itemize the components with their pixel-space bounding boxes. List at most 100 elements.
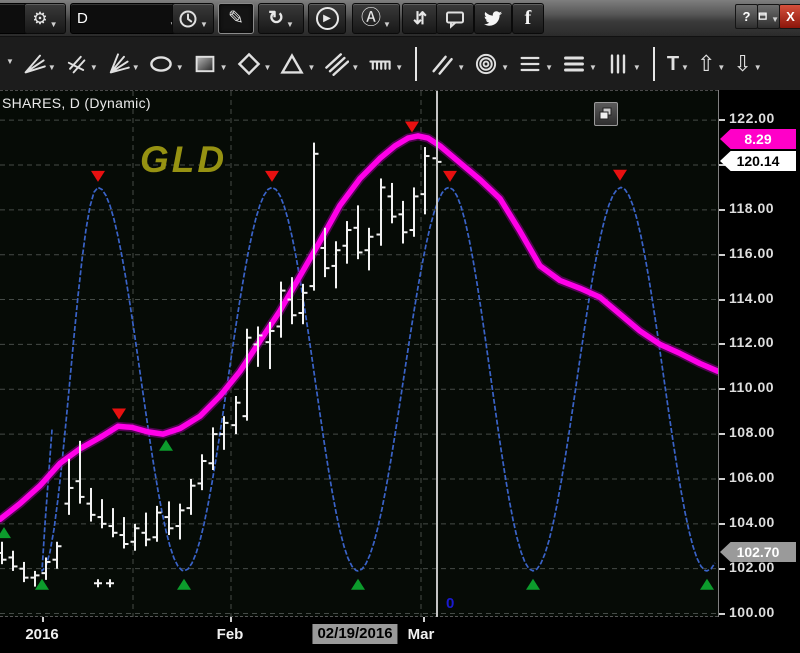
peak-marker-red [265, 170, 279, 182]
draw-pencil-button[interactable]: ✎ [218, 3, 254, 34]
fib-circles-tool[interactable]: ▼ [473, 52, 509, 76]
price-tick [719, 343, 725, 345]
price-tag: 102.70 [720, 542, 796, 562]
time-axis[interactable]: 2016 Feb Mar 02/19/2016 [0, 617, 800, 653]
twitter-icon [482, 9, 504, 29]
peak-marker-red [91, 170, 105, 182]
diamond-tool[interactable]: ▼ [236, 52, 271, 76]
gann-fan-icon [106, 52, 130, 76]
parallel-lines-tool[interactable]: ▼ [323, 52, 359, 76]
chevron-down-icon: ▼ [717, 62, 726, 72]
price-tag: 8.29 [720, 129, 796, 149]
ellipse-tool[interactable]: ▼ [148, 52, 184, 76]
price-label: 110.00 [729, 379, 775, 395]
facebook-icon: f [524, 7, 532, 29]
two-lines-icon [429, 52, 455, 76]
ellipse-icon [148, 52, 174, 76]
play-icon: ▶ [315, 7, 339, 30]
price-tick [719, 613, 725, 615]
peak-marker-red [112, 408, 126, 420]
chevron-down-icon: ▼ [307, 62, 316, 72]
sort-arrows-button[interactable]: ⇵ [402, 3, 438, 34]
symbol-watermark: GLD [140, 139, 228, 180]
settings-gear-button[interactable]: ⚙ ▼ [24, 3, 66, 34]
chevron-down-icon: ▼ [395, 62, 404, 72]
cycle-comb-tool[interactable]: ▼ [367, 52, 403, 76]
trend-channel-tool[interactable]: ▼ [429, 52, 465, 76]
price-label: 106.00 [729, 469, 775, 485]
peak-marker-red [405, 121, 419, 133]
hidden-tool-partial[interactable]: ▼ [4, 57, 14, 70]
auto-run-button[interactable]: Ⓐ ▼ [352, 3, 400, 34]
clock-icon [178, 9, 198, 29]
date-tag: 02/19/2016 [312, 624, 398, 644]
chart-area[interactable]: SHARES, D (Dynamic) GLD 0 [0, 90, 718, 618]
chevron-down-icon: ▼ [175, 62, 184, 72]
chevron-down-icon: ▼ [351, 62, 360, 72]
restore-chart-button[interactable] [594, 102, 618, 126]
close-button[interactable]: X [779, 4, 800, 29]
pencil-icon: ✎ [228, 8, 244, 29]
toolbar-separator [415, 46, 418, 81]
fib-extension-tool[interactable]: ▼ [561, 52, 597, 76]
trough-marker-green [0, 527, 11, 539]
price-tick [719, 119, 725, 121]
fan-lines-tool[interactable]: ▼ [22, 52, 56, 76]
chevron-down-icon: ▼ [501, 62, 510, 72]
trough-marker-green [351, 578, 365, 590]
facebook-button[interactable]: f [512, 3, 544, 34]
text-tool[interactable]: T ▼ [667, 52, 689, 76]
interval-clock-button[interactable]: ▼ [172, 3, 214, 34]
period-combo[interactable]: D▼ [70, 3, 184, 34]
ma-line-glow [0, 131, 718, 524]
gann-fan-tool[interactable]: ▼ [106, 52, 140, 76]
chevron-down-icon: ▼ [771, 15, 779, 24]
cursor-index-label: 0 [446, 595, 455, 612]
rectangle-tool[interactable]: ▼ [192, 52, 228, 76]
price-label: 108.00 [729, 424, 775, 440]
triangle-tool[interactable]: ▼ [279, 52, 315, 76]
toolbar-separator [652, 46, 655, 81]
chart-title: SHARES, D (Dynamic) [2, 95, 151, 111]
price-tick [719, 433, 725, 435]
arrow-up-tool[interactable]: ⇧ ▼ [697, 51, 726, 76]
trough-marker-green [35, 578, 49, 590]
play-button[interactable]: ▶ [308, 3, 346, 34]
restore-window-button[interactable]: ▼ [757, 4, 780, 29]
time-tick [42, 617, 44, 622]
pitchfork-tool[interactable]: ▼ [64, 52, 98, 76]
time-label: 2016 [25, 626, 59, 643]
cycle-handle-plus [94, 579, 102, 588]
chevron-down-icon: ▼ [632, 62, 641, 72]
chevron-down-icon: ▼ [383, 20, 391, 29]
cycle-handle-plus [106, 579, 114, 588]
chevron-down-icon: ▼ [219, 62, 228, 72]
price-label: 122.00 [729, 110, 775, 126]
price-axis[interactable]: 122.00 118.00 116.00 114.00 112.00 110.00 108.… [718, 90, 800, 620]
chevron-down-icon: ▼ [753, 62, 762, 72]
price-tick [719, 388, 725, 390]
price-tick [719, 254, 725, 256]
diamond-icon [236, 52, 262, 76]
time-label: Mar [407, 626, 435, 643]
twitter-button[interactable] [474, 3, 512, 34]
chevron-down-icon: ▼ [200, 20, 208, 29]
trough-marker-green [526, 578, 540, 590]
price-label: 114.00 [729, 290, 775, 306]
title-bar: ▼⚙▼D▼▼✎↻▼▶Ⓐ▼⇵f ?▼X [0, 0, 800, 37]
fib-retracement-tool[interactable]: ▼ [517, 52, 553, 76]
price-plot[interactable] [0, 91, 718, 618]
updown-arrows-icon: ⇵ [412, 9, 428, 28]
vertical-lines-tool[interactable]: ▼ [605, 52, 641, 76]
comment-button[interactable] [436, 3, 474, 34]
a-circle-icon: Ⓐ [361, 7, 382, 29]
rectangle-icon [192, 52, 218, 76]
three-vlines-icon [605, 52, 631, 76]
price-label: 116.00 [729, 245, 775, 261]
fan-lines-icon [22, 52, 46, 76]
help-button[interactable]: ? [735, 4, 758, 29]
share-chart-button[interactable]: ↻ ▼ [258, 3, 304, 34]
period-value: D [77, 10, 88, 27]
peak-marker-red [613, 169, 627, 181]
arrow-down-tool[interactable]: ⇩ ▼ [733, 51, 762, 76]
